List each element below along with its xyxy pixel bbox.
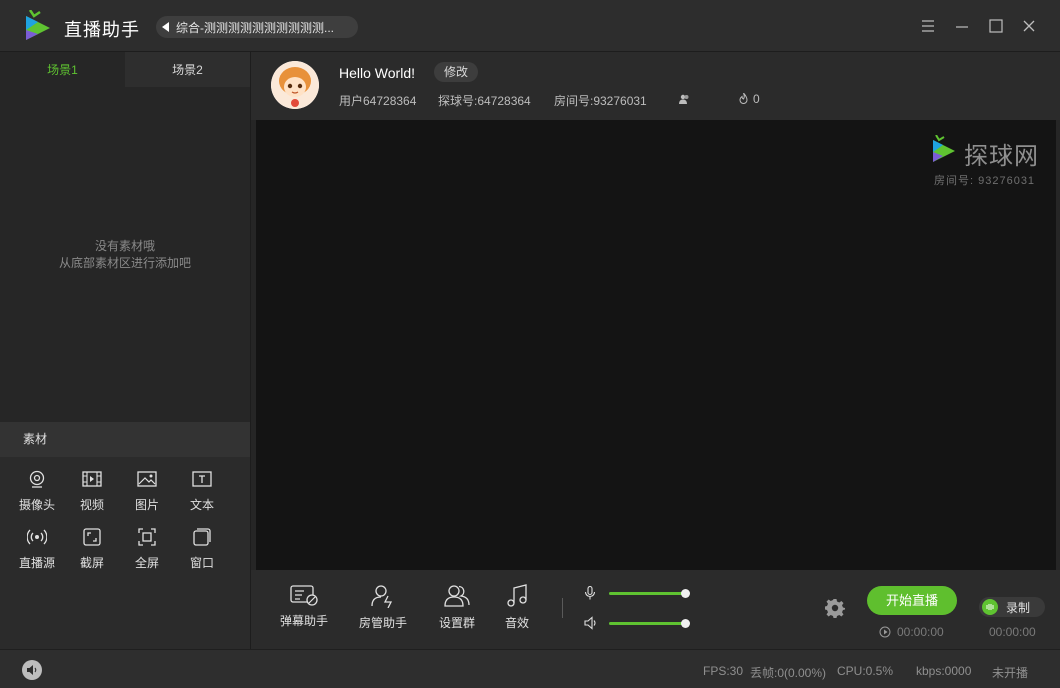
video-icon — [82, 471, 102, 487]
live-status: 未开播 — [992, 666, 1029, 680]
material-fullscreen-button[interactable]: 全屏 — [119, 524, 175, 574]
set-group-button[interactable]: 设置群 — [439, 584, 475, 631]
tab-scene-2[interactable]: 场景2 — [125, 52, 250, 87]
volume-icon[interactable] — [22, 660, 42, 680]
image-icon — [137, 471, 157, 487]
menu-icon[interactable] — [919, 17, 937, 35]
material-broadcast-button[interactable]: 直播源 — [9, 524, 65, 574]
record-icon — [982, 599, 998, 615]
material-screenshot-button[interactable]: 截屏 — [64, 524, 120, 574]
microphone-icon[interactable] — [584, 586, 596, 600]
empty-message-line1: 没有素材哦 — [94, 239, 155, 253]
watermark-logo-icon — [933, 135, 955, 162]
window-icon — [193, 528, 211, 546]
tanqiu-id: 探球号:64728364 — [438, 94, 531, 108]
live-assistant-window: 直播助手 综合-测测测测测测测测测测... 场景1 场景2 没有素材哦 从底部素… — [0, 0, 1060, 688]
material-label: 全屏 — [134, 556, 159, 570]
dropped-frames: 丢帧:0(0.00%) — [750, 666, 827, 680]
speaker-volume-row — [584, 616, 690, 630]
edit-button[interactable]: 修改 — [434, 62, 478, 82]
material-label: 窗口 — [189, 556, 214, 570]
empty-message-line2: 从底部素材区进行添加吧 — [58, 256, 191, 270]
heat-count: 0 — [753, 92, 760, 106]
channel-selector[interactable]: 综合-测测测测测测测测测测... — [156, 16, 358, 38]
bitrate: kbps:0000 — [916, 664, 972, 678]
viewers-icon — [679, 94, 689, 104]
live-timer: 00:00:00 — [897, 625, 944, 639]
danmu-label: 弹幕助手 — [280, 614, 329, 628]
scene-tabs: 场景1 场景2 — [0, 52, 250, 87]
speaker-icon[interactable] — [584, 616, 598, 630]
left-panel: 场景1 场景2 没有素材哦 从底部素材区进行添加吧 素材 摄像头 视频 图片 文… — [0, 52, 250, 649]
mic-volume-slider[interactable] — [609, 588, 690, 598]
materials-header: 素材 — [0, 422, 250, 457]
profile-bar: Hello World! 修改 用户64728364 探球号:64728364 … — [251, 52, 1060, 120]
admin-icon — [371, 585, 393, 608]
text-icon — [192, 471, 212, 487]
cpu-usage: CPU:0.5% — [837, 664, 894, 678]
avatar[interactable] — [271, 61, 319, 109]
divider — [562, 598, 563, 618]
sound-effects-button[interactable]: 音效 — [505, 584, 529, 631]
tab-scene-1[interactable]: 场景1 — [0, 52, 125, 87]
username: Hello World! — [339, 65, 415, 81]
material-video-button[interactable]: 视频 — [64, 466, 120, 516]
watermark-room: 房间号: 93276031 — [934, 175, 1036, 187]
speaker-volume-handle[interactable] — [680, 618, 690, 628]
danmu-assistant-button[interactable]: 弹幕助手 — [280, 584, 328, 629]
group-icon — [444, 585, 470, 607]
speaker-volume-fill — [609, 621, 685, 625]
mic-volume-handle[interactable] — [680, 588, 690, 598]
maximize-icon[interactable] — [987, 17, 1005, 35]
app-logo-icon — [26, 10, 50, 40]
fullscreen-icon — [138, 528, 156, 546]
gear-icon[interactable] — [825, 598, 845, 618]
material-label: 图片 — [134, 498, 159, 512]
channel-name: 综合-测测测测测测测测测测... — [176, 20, 334, 35]
fire-icon — [739, 93, 748, 104]
material-image-button[interactable]: 图片 — [119, 466, 175, 516]
mic-volume-row — [584, 586, 690, 600]
user-id: 用户64728364 — [339, 94, 417, 108]
broadcast-icon — [27, 529, 47, 545]
play-circle-icon — [879, 626, 891, 638]
danmu-icon — [290, 585, 318, 606]
screenshot-icon — [83, 528, 101, 546]
empty-message: 没有素材哦 从底部素材区进行添加吧 — [0, 238, 250, 272]
music-note-icon — [507, 584, 527, 607]
record-timer: 00:00:00 — [989, 625, 1036, 639]
mic-volume-fill — [609, 591, 685, 595]
minimize-icon[interactable] — [953, 17, 971, 35]
material-label: 摄像头 — [18, 498, 55, 512]
room-id: 房间号:93276031 — [554, 94, 647, 108]
fps-readout: FPS:30 — [703, 664, 744, 678]
room-admin-label: 房管助手 — [359, 616, 408, 630]
record-toggle[interactable]: 录制 — [979, 597, 1045, 617]
material-label: 文本 — [189, 498, 214, 512]
material-label: 截屏 — [79, 556, 104, 570]
watermark-name: 探球网 — [964, 143, 1039, 170]
material-label: 视频 — [79, 498, 104, 512]
main-area: Hello World! 修改 用户64728364 探球号:64728364 … — [250, 52, 1060, 649]
camera-icon — [29, 470, 45, 488]
material-camera-button[interactable]: 摄像头 — [9, 466, 65, 516]
control-bar: 弹幕助手 房管助手 设置群 音效 开始直播 00:00:00 录制 00:00:… — [251, 570, 1060, 649]
set-group-label: 设置群 — [439, 616, 476, 630]
start-live-button[interactable]: 开始直播 — [867, 586, 957, 615]
title-bar: 直播助手 综合-测测测测测测测测测测... — [0, 0, 1060, 52]
status-bar: FPS:30 丢帧:0(0.00%) CPU:0.5% kbps:0000 未开… — [0, 649, 1060, 688]
scene-source-list: 没有素材哦 从底部素材区进行添加吧 — [0, 87, 250, 422]
room-admin-button[interactable]: 房管助手 — [359, 584, 407, 631]
material-window-button[interactable]: 窗口 — [174, 524, 230, 574]
material-label: 直播源 — [18, 556, 55, 570]
sound-effects-label: 音效 — [505, 616, 530, 630]
material-text-button[interactable]: 文本 — [174, 466, 230, 516]
speaker-volume-slider[interactable] — [609, 618, 690, 628]
live-preview: 探球网 房间号: 93276031 — [256, 120, 1056, 570]
app-title: 直播助手 — [64, 20, 140, 40]
close-icon[interactable] — [1020, 17, 1038, 35]
record-label: 录制 — [1006, 600, 1031, 615]
back-arrow-icon[interactable] — [156, 16, 176, 38]
